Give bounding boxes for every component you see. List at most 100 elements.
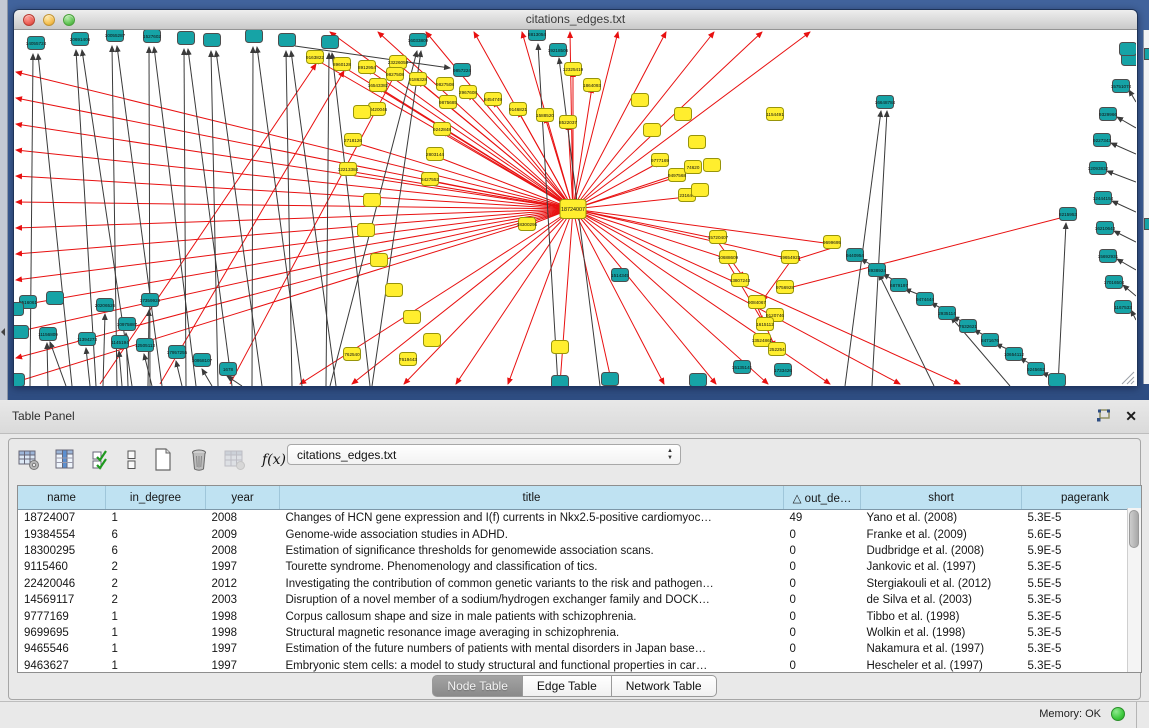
graph-node[interactable]: 9440954 <box>846 249 864 262</box>
graph-node[interactable] <box>644 124 661 137</box>
column-header-out_degree[interactable]: △ out_de… <box>784 486 861 510</box>
network-canvas[interactable]: 1872400714055724206914061005528715276021… <box>14 30 1137 386</box>
graph-node[interactable] <box>602 373 619 386</box>
graph-node[interactable] <box>279 34 296 47</box>
tab-node-table[interactable]: Node Table <box>432 675 523 697</box>
graph-node[interactable]: 8813054 <box>528 30 546 41</box>
close-panel-icon[interactable]: ✕ <box>1125 408 1137 424</box>
graph-node[interactable] <box>424 334 441 347</box>
graph-node[interactable]: 12505113 <box>135 339 156 352</box>
graph-node[interactable]: 9329966 <box>1099 108 1117 121</box>
graph-node[interactable] <box>689 136 706 149</box>
table-scrollbar-thumb[interactable] <box>1129 510 1139 548</box>
graph-node[interactable]: 1167533 <box>1114 301 1132 314</box>
graph-node[interactable] <box>178 32 195 45</box>
graph-node[interactable]: 1678 <box>220 363 237 376</box>
table-row[interactable]: 946554611997Estimation of the future num… <box>18 641 1142 657</box>
graph-node[interactable] <box>246 30 263 43</box>
delete-column-icon[interactable] <box>187 448 211 472</box>
table-row[interactable]: 1872400712008Changes of HCN gene express… <box>18 510 1142 527</box>
graph-node[interactable]: 7632621 <box>959 320 977 333</box>
graph-node[interactable]: 9242848 <box>433 123 451 136</box>
graph-node[interactable]: 8912954 <box>358 61 376 74</box>
graph-node[interactable]: 14055724 <box>26 37 47 50</box>
graph-node[interactable] <box>358 224 375 237</box>
graph-node[interactable]: 15692931 <box>1098 250 1119 263</box>
function-builder-icon[interactable]: f(x) <box>259 448 289 472</box>
graph-node[interactable]: 10055287 <box>105 30 126 42</box>
column-header-short[interactable]: short <box>861 486 1022 510</box>
graph-node[interactable]: 17957255 <box>167 346 188 359</box>
graph-node[interactable]: 18300295 <box>517 218 538 231</box>
table-row[interactable]: 1456911722003Disruption of a novel membe… <box>18 592 1142 608</box>
graph-node[interactable]: 12444154 <box>1093 192 1114 205</box>
graph-node[interactable]: 8186328 <box>409 73 427 86</box>
graph-node[interactable]: 2718126 <box>344 134 362 147</box>
graph-node[interactable]: 16648784 <box>875 96 896 109</box>
resize-grip-icon[interactable] <box>1122 372 1134 384</box>
graph-node[interactable]: 1145194 <box>111 336 129 349</box>
graph-node[interactable]: 8215953 <box>1059 208 1077 221</box>
graph-node[interactable]: 10654112 <box>1004 348 1025 361</box>
table-row[interactable]: 2242004622012Investigating the contribut… <box>18 576 1142 592</box>
graph-node[interactable]: 16033809 <box>408 34 429 47</box>
graph-node[interactable]: 1733426 <box>774 364 792 377</box>
graph-node[interactable]: 10688609 <box>718 251 739 264</box>
graph-node[interactable]: 9827508 <box>436 78 454 91</box>
graph-node[interactable] <box>14 303 24 316</box>
graph-node[interactable]: 252254 <box>769 343 786 356</box>
graph-node[interactable]: 74620 <box>685 161 702 174</box>
graph-node[interactable]: 12093832 <box>1088 162 1109 175</box>
graph-node[interactable]: 8454749 <box>484 93 502 106</box>
graph-node[interactable]: 9699695 <box>823 236 841 249</box>
graph-node[interactable]: 9084067 <box>748 296 766 309</box>
graph-node[interactable]: 1864093 <box>583 79 601 92</box>
graph-node[interactable]: 1615112 <box>756 318 774 331</box>
graph-node[interactable] <box>47 292 64 305</box>
tab-edge-table[interactable]: Edge Table <box>523 675 612 697</box>
table-row[interactable]: 969969511998Structural magnetic resonanc… <box>18 625 1142 641</box>
graph-node[interactable]: 9497568 <box>668 169 686 182</box>
graph-node[interactable] <box>704 159 721 172</box>
graph-node[interactable]: 9227343 <box>1093 134 1111 147</box>
table-row[interactable]: 977716911998Corpus callosum shape and si… <box>18 608 1142 624</box>
graph-node[interactable] <box>322 36 339 49</box>
graph-node[interactable] <box>552 341 569 354</box>
graph-node[interactable]: 8960128 <box>333 58 351 71</box>
graph-node[interactable]: 9777169 <box>651 154 669 167</box>
graph-node[interactable]: 9827508 <box>386 68 404 81</box>
column-header-in_degree[interactable]: in_degree <box>106 486 206 510</box>
table-row[interactable]: 946362711997Embryonic stem cells: a mode… <box>18 658 1142 673</box>
graph-node[interactable] <box>386 284 403 297</box>
graph-node[interactable]: 17359924 <box>140 294 161 307</box>
graph-node[interactable] <box>1120 43 1137 56</box>
collapse-arrow-icon[interactable] <box>1 328 5 336</box>
graph-node[interactable]: 16210643 <box>1095 222 1116 235</box>
graph-node[interactable]: 8427552 <box>421 173 439 186</box>
graph-node[interactable] <box>371 254 388 267</box>
graph-node[interactable]: 10958107 <box>192 354 213 367</box>
graph-node[interactable]: 11156809 <box>38 328 58 341</box>
graph-node[interactable] <box>1049 374 1066 387</box>
graph-node[interactable] <box>552 376 569 387</box>
column-header-pagerank[interactable]: pagerank <box>1022 486 1143 510</box>
tab-network-table[interactable]: Network Table <box>612 675 717 697</box>
graph-node[interactable]: 2935114 <box>938 307 956 320</box>
graph-node[interactable]: 16543382 <box>368 79 389 92</box>
graph-node[interactable]: 762540 <box>344 348 361 361</box>
graph-node[interactable]: 2967608 <box>459 86 477 99</box>
graph-node[interactable]: 9474444 <box>916 293 934 306</box>
graph-node[interactable] <box>632 94 649 107</box>
graph-node[interactable]: 12325419 <box>563 63 584 76</box>
graph-node[interactable]: 20691406 <box>70 33 91 46</box>
table-settings-icon[interactable] <box>17 448 41 472</box>
graph-node[interactable]: 9163822 <box>306 51 324 64</box>
graph-node[interactable] <box>690 374 707 387</box>
row-selection-icon[interactable] <box>89 448 113 472</box>
graph-node[interactable]: 10975887 <box>117 318 138 331</box>
graph-node[interactable]: 7619443 <box>399 353 417 366</box>
table-row[interactable]: 1938455462009Genome-wide association stu… <box>18 526 1142 542</box>
graph-node[interactable]: 1154491 <box>766 108 784 121</box>
graph-node[interactable]: 15135141 <box>732 361 753 374</box>
table-row[interactable]: 1830029562008Estimation of significance … <box>18 543 1142 559</box>
